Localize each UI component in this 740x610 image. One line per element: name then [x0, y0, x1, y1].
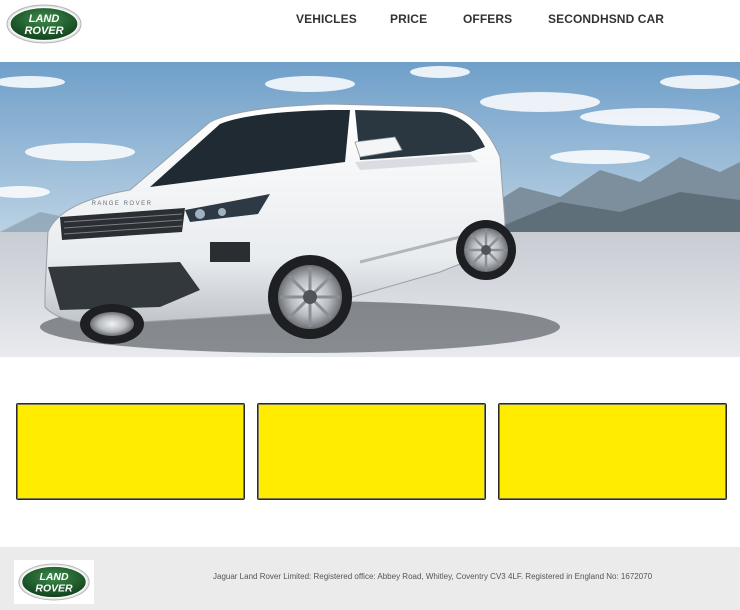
site-footer: LAND ROVER Jaguar Land Rover Limited: Re…	[0, 547, 740, 610]
footer-logo-text-land: LAND	[40, 572, 69, 583]
page: LAND ROVER VEHICLES PRICE OFFERS SECONDH…	[0, 0, 740, 610]
footer-land-rover-logo[interactable]: LAND ROVER	[16, 563, 92, 601]
footer-logo-box: LAND ROVER	[14, 560, 94, 604]
grille-badge-text: RANGE ROVER	[92, 201, 153, 207]
main-nav: VEHICLES PRICE OFFERS SECONDHSND CAR	[0, 12, 740, 30]
nav-item-vehicles[interactable]: VEHICLES	[296, 12, 357, 26]
site-header: LAND ROVER VEHICLES PRICE OFFERS SECONDH…	[0, 0, 740, 62]
hero-car-image: RANGE ROVER	[0, 62, 740, 357]
hero-banner: RANGE ROVER	[0, 62, 740, 357]
nav-item-secondhand-car[interactable]: SECONDHSND CAR	[548, 12, 664, 26]
nav-item-price[interactable]: PRICE	[390, 12, 427, 26]
footer-logo-text-rover: ROVER	[35, 584, 73, 595]
footer-legal-text: Jaguar Land Rover Limited: Registered of…	[213, 572, 653, 581]
feature-card-2[interactable]	[257, 403, 486, 500]
nav-item-offers[interactable]: OFFERS	[463, 12, 512, 26]
feature-card-3[interactable]	[498, 403, 727, 500]
feature-card-1[interactable]	[16, 403, 245, 500]
